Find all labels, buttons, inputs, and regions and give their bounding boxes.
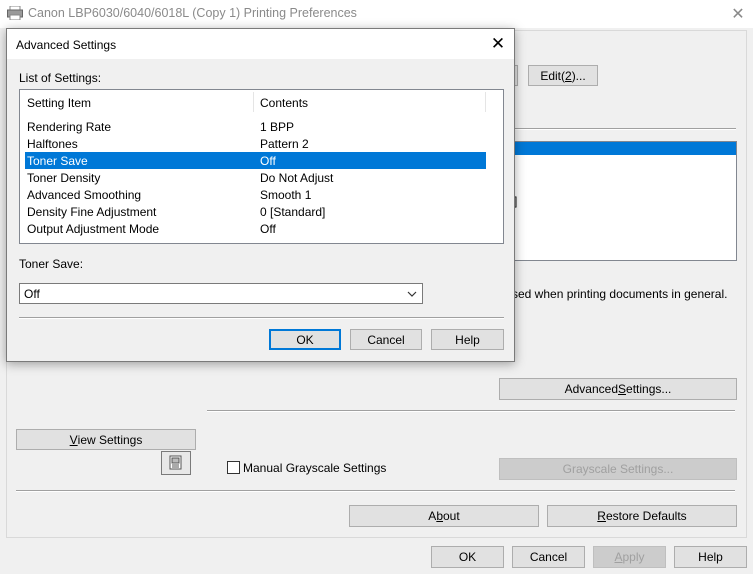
row-content: Do Not Adjust: [260, 171, 334, 185]
help-button[interactable]: Help: [674, 546, 747, 568]
dialog-divider: [19, 317, 504, 319]
manual-grayscale-label[interactable]: Manual Grayscale Settings: [243, 461, 386, 475]
list-row-advanced-smoothing[interactable]: Advanced Smoothing Smooth 1: [25, 186, 486, 203]
parent-divider-3: [16, 490, 735, 492]
parent-close-icon[interactable]: ✕: [723, 2, 753, 26]
edit-button-accel: 2: [565, 68, 572, 83]
dialog-title: Advanced Settings: [16, 38, 117, 52]
column-divider-end[interactable]: [485, 92, 486, 112]
list-row-output-adjustment-mode[interactable]: Output Adjustment Mode Off: [25, 220, 486, 237]
parent-description-text: sed when printing documents in general.: [512, 287, 728, 301]
parent-list-selected-row[interactable]: [515, 142, 736, 155]
about-label: A: [428, 509, 437, 523]
row-item: Halftones: [27, 137, 78, 151]
toner-save-select-value: Off: [24, 287, 40, 301]
row-content: Off: [260, 154, 276, 168]
list-row-density-fine-adjustment[interactable]: Density Fine Adjustment 0 [Standard]: [25, 203, 486, 220]
list-row-rendering-rate[interactable]: Rendering Rate 1 BPP: [25, 118, 486, 135]
manual-grayscale-checkbox[interactable]: [227, 461, 240, 474]
parent-settings-list[interactable]: [514, 141, 737, 261]
row-item: Rendering Rate: [27, 120, 112, 134]
row-content: 1 BPP: [260, 120, 295, 134]
dialog-help-button[interactable]: Help: [431, 329, 504, 350]
column-header-setting-item[interactable]: Setting Item: [27, 96, 91, 110]
dialog-ok-button[interactable]: OK: [269, 329, 341, 350]
advanced-settings-dialog: Advanced Settings ✕ List of Settings: Se…: [6, 28, 515, 362]
list-row-toner-density[interactable]: Toner Density Do Not Adjust: [25, 169, 486, 186]
list-row-halftones[interactable]: Halftones Pattern 2: [25, 135, 486, 152]
parent-window-title: Canon LBP6030/6040/6018L (Copy 1) Printi…: [28, 6, 357, 20]
parent-divider: [514, 128, 736, 130]
view-settings-icon[interactable]: [161, 451, 191, 475]
parent-divider-2: [207, 410, 735, 412]
grayscale-settings-button[interactable]: Grayscale Settings...: [499, 458, 737, 480]
settings-list-header: Setting Item Contents: [20, 90, 503, 114]
page-stack-icon: [169, 455, 182, 470]
column-header-contents[interactable]: Contents: [260, 96, 308, 110]
toner-save-select[interactable]: Off: [19, 283, 423, 304]
advanced-settings-label-suffix: ettings...: [626, 382, 672, 396]
column-divider[interactable]: [253, 92, 254, 112]
row-content: Smooth 1: [260, 188, 312, 202]
toner-save-label: Toner Save:: [19, 257, 84, 271]
row-item: Toner Density: [27, 171, 101, 185]
settings-list[interactable]: Setting Item Contents Rendering Rate 1 B…: [19, 89, 504, 244]
dialog-close-icon[interactable]: ✕: [485, 32, 511, 56]
settings-list-label: List of Settings:: [19, 71, 102, 85]
list-row-toner-save-selected[interactable]: Toner Save Off: [25, 152, 486, 169]
ok-button[interactable]: OK: [431, 546, 504, 568]
printer-icon: [7, 6, 23, 20]
view-settings-button[interactable]: View Settings: [16, 429, 196, 450]
row-content: Off: [260, 222, 276, 236]
row-item: Advanced Smoothing: [27, 188, 142, 202]
row-content: Pattern 2: [260, 137, 309, 151]
about-button[interactable]: Ab out: [349, 505, 539, 527]
chevron-down-icon[interactable]: [405, 288, 419, 300]
restore-defaults-label: estore Defaults: [605, 509, 687, 523]
view-settings-label: iew Settings: [77, 432, 143, 447]
apply-accel: A: [614, 550, 623, 564]
row-content: 0 [Standard]: [260, 205, 326, 219]
restore-defaults-button[interactable]: Restore Defaults: [547, 505, 737, 527]
advanced-settings-button[interactable]: Advanced Settings...: [499, 378, 737, 400]
apply-label: pply: [622, 550, 645, 564]
about-accel: b: [436, 509, 443, 523]
advanced-settings-label: Advanced: [564, 382, 618, 396]
edit-button-label-suffix: )...: [571, 68, 586, 83]
advanced-settings-accel: S: [618, 382, 627, 396]
edit-button[interactable]: Edit(2)...: [528, 65, 598, 86]
about-label-suffix: out: [443, 509, 460, 523]
row-item: Toner Save: [27, 154, 88, 168]
row-item: Output Adjustment Mode: [27, 222, 160, 236]
apply-button[interactable]: Apply: [593, 546, 666, 568]
row-item: Density Fine Adjustment: [27, 205, 157, 219]
restore-defaults-accel: R: [597, 509, 606, 523]
dialog-cancel-button[interactable]: Cancel: [350, 329, 422, 350]
edit-button-label: Edit(: [540, 68, 565, 83]
cancel-button[interactable]: Cancel: [512, 546, 585, 568]
view-settings-accel: V: [69, 432, 78, 447]
